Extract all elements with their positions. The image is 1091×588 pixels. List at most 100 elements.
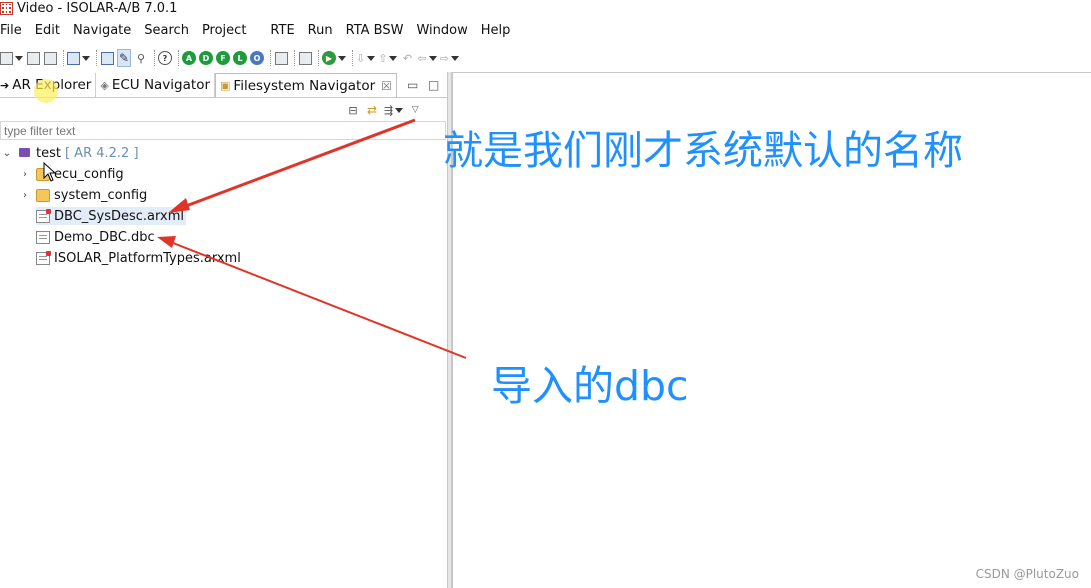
menu-run[interactable]: Run	[308, 23, 333, 38]
menu-window[interactable]: Window	[416, 23, 467, 38]
pen-icon: ✎	[118, 51, 130, 65]
main-toolbar: ✎ ⚲ ? A D F L O ▶ ⇩ ⇧ ↶ ⇦ ⇨	[0, 47, 1091, 69]
menu-navigate[interactable]: Navigate	[73, 23, 131, 38]
folder-icon	[36, 188, 50, 202]
tree-folder-ecu-config[interactable]: › ecu_config	[20, 165, 124, 183]
last-edit-button[interactable]: ↶	[400, 49, 414, 67]
badge-o-button[interactable]: O	[250, 49, 264, 67]
menu-rte[interactable]: RTE	[270, 23, 294, 38]
menu-edit[interactable]: Edit	[35, 23, 60, 38]
tree-file-platform-types[interactable]: ISOLAR_PlatformTypes.arxml	[36, 249, 241, 267]
view-menu-button[interactable]: ▽	[408, 101, 422, 119]
new-wizard-button[interactable]	[0, 49, 23, 67]
tree-folder-system-config[interactable]: › system_config	[20, 186, 147, 204]
ecu-config-button[interactable]	[100, 49, 114, 67]
menu-search[interactable]: Search	[144, 23, 189, 38]
menu-bar: File Edit Navigate Search Project RTE Ru…	[0, 20, 523, 40]
filter-menu-button[interactable]: ⇶	[384, 101, 403, 119]
arxml-file-icon	[36, 208, 51, 223]
menu-file[interactable]: File	[0, 23, 22, 38]
build-button[interactable]	[298, 49, 312, 67]
minimize-icon[interactable]: ▭	[407, 78, 418, 92]
collapse-all-button[interactable]: ⊟	[346, 101, 360, 119]
toolbar-separator	[178, 50, 179, 66]
badge-f-icon: F	[216, 51, 230, 65]
last-edit-icon: ↶	[402, 51, 413, 65]
view-tab-bar: ➔ AR Explorer ◈ ECU Navigator ▣ Filesyst…	[0, 72, 448, 98]
isolar-app-icon	[0, 1, 13, 15]
tab-label: Filesystem Navigator	[233, 77, 376, 94]
badge-o-icon: O	[250, 51, 264, 65]
file-label: DBC_SysDesc.arxml	[54, 208, 184, 224]
menu-help[interactable]: Help	[481, 23, 511, 38]
magnifier-icon: ⚲	[136, 51, 146, 65]
file-label: ISOLAR_PlatformTypes.arxml	[54, 250, 241, 266]
badge-d-button[interactable]: D	[199, 49, 213, 67]
menu-project[interactable]: Project	[202, 23, 246, 38]
tab-label: ECU Navigator	[111, 77, 210, 93]
toolbar-separator	[318, 50, 319, 66]
prev-annotation-button[interactable]: ⇧	[378, 49, 397, 67]
save-all-button[interactable]	[43, 49, 57, 67]
link-icon: ⇄	[366, 103, 378, 117]
link-editor-button[interactable]: ✎	[117, 49, 131, 67]
save-icon	[26, 51, 40, 65]
prev-annotation-icon: ⇧	[378, 51, 388, 65]
run-button[interactable]: ▶	[322, 49, 346, 67]
forward-arrow-icon: ⇨	[439, 51, 449, 65]
arxml-file-icon	[36, 250, 51, 265]
generate-button[interactable]	[67, 49, 90, 67]
save-button[interactable]	[26, 49, 40, 67]
ecu-navigator-icon: ◈	[100, 78, 109, 92]
cursor-highlight	[34, 79, 58, 103]
tab-filesystem-navigator[interactable]: ▣ Filesystem Navigator ☒	[215, 73, 397, 97]
badge-d-icon: D	[199, 51, 213, 65]
watermark: CSDN @PlutoZuo	[975, 567, 1079, 581]
help-button[interactable]: ?	[158, 49, 172, 67]
tree-project-test[interactable]: ⌄ test [ AR 4.2.2 ]	[2, 144, 139, 162]
badge-a-icon: A	[182, 51, 196, 65]
badge-l-icon: L	[233, 51, 247, 65]
tree-file-dbc-sysdesc[interactable]: DBC_SysDesc.arxml	[36, 207, 186, 225]
build-icon	[298, 51, 312, 65]
collapse-chevron-icon: ›	[23, 168, 27, 180]
badge-l-button[interactable]: L	[233, 49, 247, 67]
badge-a-button[interactable]: A	[182, 49, 196, 67]
maximize-icon[interactable]: □	[428, 78, 439, 92]
toolbar-separator	[63, 50, 64, 66]
rte-gen-button[interactable]	[274, 49, 288, 67]
close-icon[interactable]: ☒	[381, 79, 392, 93]
toolbar-separator	[154, 50, 155, 66]
badge-f-button[interactable]: F	[216, 49, 230, 67]
forward-button[interactable]: ⇨	[440, 49, 459, 67]
menu-rta-bsw[interactable]: RTA BSW	[346, 23, 404, 38]
save-all-icon	[43, 51, 57, 65]
annotation-imported-dbc: 导入的dbc	[491, 362, 689, 410]
run-icon: ▶	[322, 51, 336, 65]
next-annotation-button[interactable]: ⇩	[356, 49, 375, 67]
view-menu-icon: ▽	[411, 105, 419, 115]
left-view-panel: ➔ AR Explorer ◈ ECU Navigator ▣ Filesyst…	[0, 72, 448, 588]
search-button[interactable]: ⚲	[134, 49, 148, 67]
tab-ecu-navigator[interactable]: ◈ ECU Navigator	[96, 73, 215, 97]
ar-explorer-icon: ➔	[0, 78, 10, 92]
filesystem-navigator-icon: ▣	[220, 79, 231, 92]
file-label: Demo_DBC.dbc	[54, 229, 155, 245]
project-name: test	[36, 145, 61, 161]
new-icon	[0, 51, 13, 65]
back-arrow-icon: ⇦	[417, 51, 427, 65]
toolbar-separator	[294, 50, 295, 66]
mouse-pointer-icon	[43, 162, 57, 182]
tree-file-demo-dbc[interactable]: Demo_DBC.dbc	[36, 228, 155, 246]
collapse-chevron-icon: ›	[23, 189, 27, 201]
filter-input[interactable]	[0, 121, 446, 140]
link-with-editor-button[interactable]: ⇄	[365, 101, 379, 119]
back-button[interactable]: ⇦	[417, 49, 436, 67]
help-icon: ?	[158, 51, 172, 65]
expand-chevron-icon: ⌄	[2, 147, 12, 159]
toolbar-separator	[352, 50, 353, 66]
collapse-all-icon: ⊟	[348, 103, 358, 117]
rte-icon	[274, 51, 288, 65]
window-title: Video - ISOLAR-A/B 7.0.1	[17, 0, 178, 16]
title-bar: Video - ISOLAR-A/B 7.0.1	[0, 0, 1091, 16]
